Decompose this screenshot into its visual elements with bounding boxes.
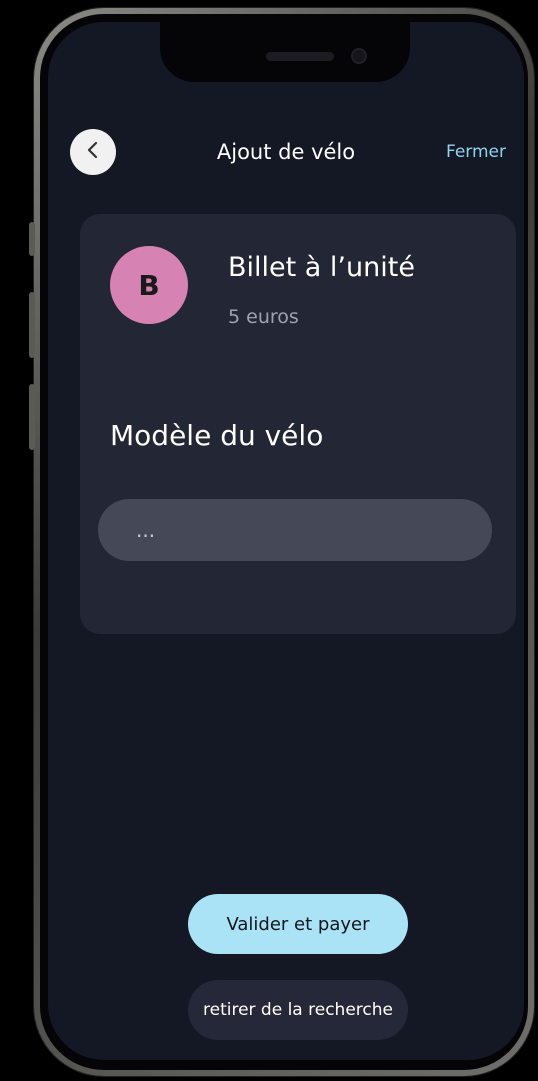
remove-from-search-button[interactable]: retirer de la recherche: [188, 980, 408, 1040]
validate-and-pay-button[interactable]: Valider et payer: [188, 894, 408, 954]
silent-switch: [29, 222, 35, 256]
bike-model-field[interactable]: ...: [98, 499, 492, 561]
volume-down-button: [29, 384, 35, 450]
bike-model-label: Modèle du vélo: [110, 419, 324, 452]
ticket-price: 5 euros: [228, 306, 299, 328]
avatar: B: [110, 246, 188, 324]
volume-up-button: [29, 292, 35, 358]
speaker-grille: [266, 52, 334, 61]
ticket-card: B Billet à l’unité 5 euros Modèle du vél…: [80, 214, 516, 634]
ticket-title: Billet à l’unité: [228, 252, 415, 283]
app-screen: Ajout de vélo Fermer B Billet à l’unité …: [48, 22, 524, 1060]
front-camera: [351, 48, 367, 64]
close-button[interactable]: Fermer: [446, 142, 506, 162]
